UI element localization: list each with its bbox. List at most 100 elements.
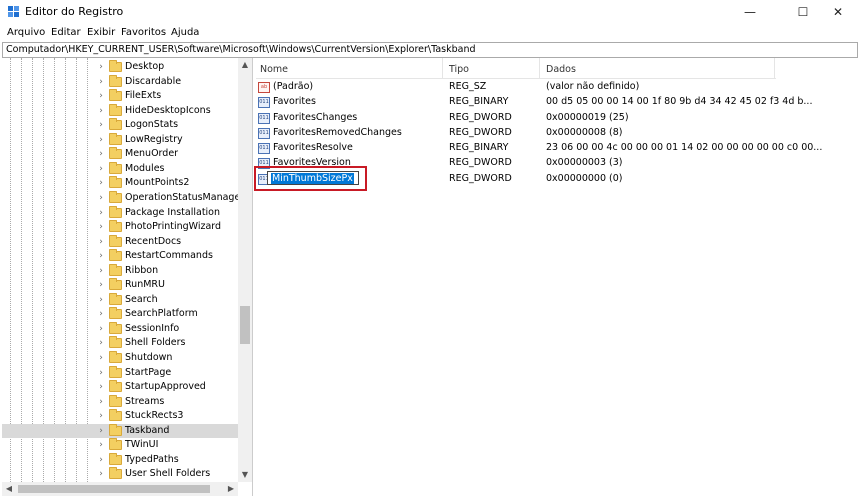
expand-chevron-icon[interactable]: › — [97, 395, 105, 409]
horizontal-scroll-thumb[interactable] — [18, 485, 210, 493]
tree-item[interactable]: › PhotoPrintingWizard — [2, 220, 238, 235]
expand-chevron-icon[interactable]: › — [97, 351, 105, 365]
tree-item[interactable]: › Search — [2, 292, 238, 308]
column-separator[interactable] — [539, 58, 540, 78]
expand-chevron-icon[interactable]: › — [97, 118, 105, 132]
tree-item[interactable]: › SessionInfo — [2, 321, 238, 337]
menu-editar[interactable]: Editar — [51, 27, 81, 38]
value-name: FavoritesResolve — [273, 142, 353, 153]
tree-item[interactable]: › MenuOrder — [2, 147, 238, 162]
menu-exibir[interactable]: Exibir — [87, 27, 115, 38]
tree-vertical-scrollbar[interactable]: ▲ ▼ — [238, 58, 252, 482]
value-row[interactable]: ab (Padrão) REG_SZ (valor não definido) — [256, 80, 776, 95]
expand-chevron-icon[interactable]: › — [97, 176, 105, 190]
tree-item[interactable]: › TWinUI — [2, 438, 238, 453]
expand-chevron-icon[interactable]: › — [97, 293, 105, 307]
minimize-button[interactable]: — — [728, 0, 772, 24]
expand-chevron-icon[interactable]: › — [97, 191, 105, 205]
menu-ajuda[interactable]: Ajuda — [171, 27, 199, 38]
expand-chevron-icon[interactable]: › — [97, 235, 105, 249]
scroll-down-icon[interactable]: ▼ — [238, 468, 252, 482]
tree-item[interactable]: › RecentDocs — [2, 234, 238, 250]
close-button[interactable]: ✕ — [816, 0, 860, 24]
expand-chevron-icon[interactable]: › — [97, 278, 105, 292]
tree-item[interactable]: › Package Installation — [2, 205, 238, 221]
tree-item[interactable]: › Modules — [2, 161, 238, 177]
value-name: (Padrão) — [273, 81, 314, 92]
tree-item[interactable]: › Ribbon — [2, 263, 238, 279]
tree-item[interactable]: › StartPage — [2, 365, 238, 381]
expand-chevron-icon[interactable]: › — [97, 89, 105, 103]
expand-chevron-icon[interactable]: › — [97, 467, 105, 481]
folder-icon — [109, 263, 122, 276]
expand-chevron-icon[interactable]: › — [97, 409, 105, 423]
folder-icon — [109, 176, 122, 189]
expand-chevron-icon[interactable]: › — [97, 322, 105, 336]
expand-chevron-icon[interactable]: › — [97, 453, 105, 467]
expand-chevron-icon[interactable]: › — [97, 424, 105, 438]
tree-item[interactable]: › Streams — [2, 394, 238, 410]
expand-chevron-icon[interactable]: › — [97, 104, 105, 118]
expand-chevron-icon[interactable]: › — [97, 336, 105, 350]
value-row[interactable]: 011 FavoritesChanges REG_DWORD 0x00000019 (… — [256, 111, 776, 126]
tree-item[interactable]: › Shell Folders — [2, 336, 238, 351]
expand-chevron-icon[interactable]: › — [97, 206, 105, 220]
tree-item-label: SearchPlatform — [125, 308, 198, 320]
expand-chevron-icon[interactable]: › — [97, 75, 105, 89]
tree-item[interactable]: › LogonStats — [2, 118, 238, 133]
tree-item[interactable]: › User Shell Folders — [2, 467, 238, 482]
value-row[interactable]: 011 FavoritesResolve REG_BINARY 23 06 00 00… — [256, 141, 822, 156]
tree-item[interactable]: › RestartCommands — [2, 249, 238, 264]
highlight-box — [254, 165, 367, 191]
expand-chevron-icon[interactable]: › — [97, 147, 105, 161]
tree-item[interactable]: › OperationStatusManager — [2, 190, 244, 206]
expand-chevron-icon[interactable]: › — [97, 60, 105, 74]
expand-chevron-icon[interactable]: › — [97, 307, 105, 321]
value-row-editing[interactable]: 011 MinThumbSizePx REG_DWORD 0x00000000 (0) — [254, 165, 776, 191]
value-row[interactable]: 011 FavoritesRemovedChanges REG_DWORD 0x000… — [256, 126, 776, 141]
column-name-header[interactable]: Nome — [260, 64, 288, 75]
scroll-right-icon[interactable]: ▶ — [224, 482, 238, 496]
column-separator[interactable] — [442, 58, 443, 78]
scroll-up-icon[interactable]: ▲ — [238, 58, 252, 72]
menu-favoritos[interactable]: Favoritos — [121, 27, 166, 38]
folder-icon — [109, 60, 122, 72]
vertical-scroll-thumb[interactable] — [240, 306, 250, 344]
tree-item[interactable]: › Shutdown — [2, 351, 238, 366]
scroll-left-icon[interactable]: ◀ — [2, 482, 16, 496]
tree-item[interactable]: › LowRegistry — [2, 132, 238, 148]
tree-item[interactable]: › SearchPlatform — [2, 307, 238, 322]
tree-item[interactable]: › MountPoints2 — [2, 176, 238, 191]
tree-item[interactable]: › RunMRU — [2, 278, 238, 293]
key-tree-pane[interactable]: › Desktop › Discardable › FileExts › HideDeskto… — [2, 58, 253, 496]
tree-item[interactable]: › Desktop — [2, 60, 238, 75]
tree-item[interactable]: › StartupApproved — [2, 380, 238, 395]
tree-item[interactable]: › HideDesktopIcons — [2, 103, 238, 119]
expand-chevron-icon[interactable]: › — [97, 438, 105, 452]
value-row[interactable]: 011 Favorites REG_BINARY 00 d5 05 00 00 14 … — [256, 95, 812, 110]
column-separator[interactable] — [774, 58, 775, 78]
menu-arquivo[interactable]: Arquivo — [7, 27, 45, 38]
tree-item-label: TWinUI — [125, 439, 159, 451]
column-type-header[interactable]: Tipo — [449, 64, 469, 75]
value-data: 0x00000000 (0) — [546, 172, 623, 184]
tree-item[interactable]: › Taskband — [2, 423, 238, 439]
value-data: 00 d5 05 00 00 14 00 1f 80 9b d4 34 42 4… — [546, 96, 813, 108]
expand-chevron-icon[interactable]: › — [97, 162, 105, 176]
expand-chevron-icon[interactable]: › — [97, 133, 105, 147]
value-list-pane[interactable]: Nome Tipo Dados ab (Padrão) REG_SZ (valor n… — [254, 58, 860, 496]
expand-chevron-icon[interactable]: › — [97, 380, 105, 394]
address-bar[interactable]: Computador\HKEY_CURRENT_USER\Software\Mi… — [2, 42, 858, 58]
tree-horizontal-scrollbar[interactable]: ◀ ▶ — [2, 482, 238, 496]
expand-chevron-icon[interactable]: › — [97, 249, 105, 263]
binary-value-icon: 011 — [258, 97, 270, 109]
expand-chevron-icon[interactable]: › — [97, 264, 105, 278]
tree-item[interactable]: › FileExts — [2, 89, 238, 104]
expand-chevron-icon[interactable]: › — [97, 220, 105, 234]
tree-item[interactable]: › Discardable — [2, 74, 238, 90]
column-data-header[interactable]: Dados — [546, 64, 576, 75]
registry-editor-icon — [8, 6, 19, 17]
tree-item[interactable]: › StuckRects3 — [2, 409, 238, 424]
tree-item[interactable]: › TypedPaths — [2, 452, 238, 468]
expand-chevron-icon[interactable]: › — [97, 366, 105, 380]
